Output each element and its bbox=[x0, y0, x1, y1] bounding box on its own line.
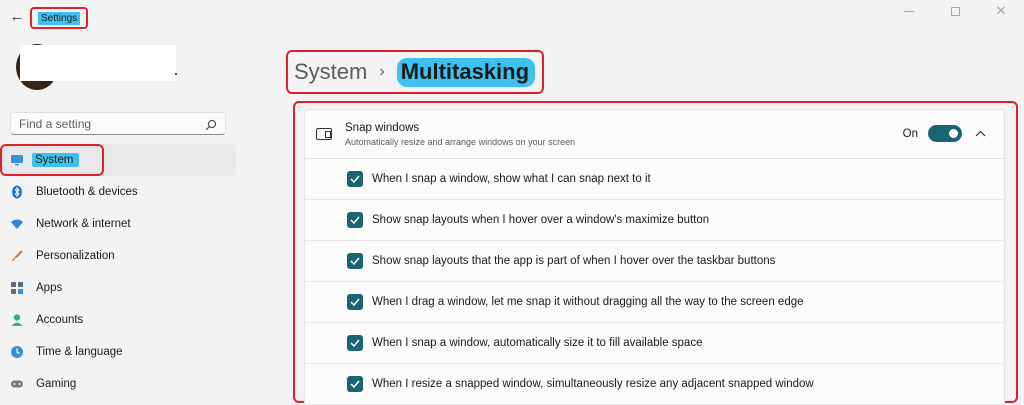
profile-dot bbox=[175, 73, 177, 75]
checkbox[interactable] bbox=[347, 376, 363, 392]
search-icon[interactable] bbox=[205, 118, 217, 130]
minimize-icon bbox=[904, 10, 914, 12]
person-icon bbox=[10, 313, 24, 327]
snap-option[interactable]: When I snap a window, automatically size… bbox=[304, 323, 1005, 364]
page-title: Multitasking bbox=[396, 57, 536, 87]
wifi-icon bbox=[10, 217, 24, 231]
sidebar-nav: System Bluetooth & devices Network & int… bbox=[0, 144, 236, 400]
toggle-state-label: On bbox=[902, 127, 918, 140]
sidebar-item-label: Apps bbox=[36, 282, 63, 294]
chevron-right-icon: › bbox=[379, 63, 385, 80]
snap-option[interactable]: When I drag a window, let me snap it wit… bbox=[304, 282, 1005, 323]
profile-info-redacted bbox=[20, 45, 176, 81]
snap-windows-header[interactable]: Snap windows Automatically resize and ar… bbox=[304, 109, 1005, 159]
back-arrow-icon[interactable]: ← bbox=[8, 8, 26, 26]
chevron-up-icon[interactable] bbox=[974, 128, 986, 140]
search-input[interactable] bbox=[19, 116, 205, 131]
brush-icon bbox=[10, 249, 24, 263]
sidebar-item-label: Bluetooth & devices bbox=[36, 186, 138, 198]
breadcrumb-parent[interactable]: System bbox=[294, 59, 367, 85]
sidebar-item-personalization[interactable]: Personalization bbox=[0, 240, 236, 272]
sidebar-item-label: Gaming bbox=[36, 378, 77, 390]
snap-windows-subtitle: Automatically resize and arrange windows… bbox=[345, 136, 576, 147]
apps-icon bbox=[10, 281, 24, 295]
checkbox[interactable] bbox=[347, 294, 363, 310]
snap-option-label: When I resize a snapped window, simultan… bbox=[372, 378, 814, 390]
sidebar-item-gaming[interactable]: Gaming bbox=[0, 368, 236, 400]
close-icon: ✕ bbox=[995, 3, 1007, 18]
snap-option-label: When I snap a window, show what I can sn… bbox=[372, 173, 651, 185]
snap-option[interactable]: Show snap layouts when I hover over a wi… bbox=[304, 200, 1005, 241]
snap-option[interactable]: When I resize a snapped window, simultan… bbox=[304, 364, 1005, 405]
snap-windows-title: Snap windows bbox=[345, 121, 420, 134]
checkbox[interactable] bbox=[347, 335, 363, 351]
maximize-button[interactable] bbox=[932, 0, 978, 22]
sidebar-item-label: Accounts bbox=[36, 314, 84, 326]
minimize-button[interactable] bbox=[886, 0, 932, 22]
close-button[interactable]: ✕ bbox=[978, 0, 1024, 22]
sidebar-item-system[interactable]: System bbox=[0, 144, 236, 176]
snap-settings-panel: Snap windows Automatically resize and ar… bbox=[293, 101, 1018, 405]
maximize-icon bbox=[950, 6, 960, 16]
sidebar-item-label: Time & language bbox=[36, 346, 123, 358]
snap-option[interactable]: When I snap a window, show what I can sn… bbox=[304, 159, 1005, 200]
sidebar-item-bluetooth[interactable]: Bluetooth & devices bbox=[0, 176, 236, 208]
snap-option-label: Show snap layouts that the app is part o… bbox=[372, 255, 776, 267]
snap-windows-icon bbox=[316, 128, 332, 140]
snap-option-label: When I snap a window, automatically size… bbox=[372, 337, 703, 349]
search-box[interactable] bbox=[10, 112, 226, 135]
sidebar-item-apps[interactable]: Apps bbox=[0, 272, 236, 304]
gamepad-icon bbox=[10, 377, 24, 391]
annotation-highlight bbox=[0, 144, 104, 176]
snap-option-label: When I drag a window, let me snap it wit… bbox=[372, 296, 804, 308]
breadcrumb: System › Multitasking bbox=[286, 50, 544, 94]
snap-option-label: Show snap layouts when I hover over a wi… bbox=[372, 214, 710, 226]
checkbox[interactable] bbox=[347, 253, 363, 269]
app-title-label: Settings bbox=[38, 11, 81, 25]
window-controls: ✕ bbox=[886, 0, 1024, 22]
sidebar-item-time-language[interactable]: Time & language bbox=[0, 336, 236, 368]
app-title: Settings bbox=[30, 7, 89, 29]
globe-clock-icon bbox=[10, 345, 24, 359]
checkbox[interactable] bbox=[347, 212, 363, 228]
sidebar-item-label: Network & internet bbox=[36, 218, 131, 230]
sidebar-item-accounts[interactable]: Accounts bbox=[0, 304, 236, 336]
sidebar-item-label: Personalization bbox=[36, 250, 115, 262]
snap-windows-toggle[interactable] bbox=[928, 125, 962, 142]
sidebar-item-network[interactable]: Network & internet bbox=[0, 208, 236, 240]
snap-windows-text: Snap windows Automatically resize and ar… bbox=[345, 122, 575, 147]
snap-option[interactable]: Show snap layouts that the app is part o… bbox=[304, 241, 1005, 282]
checkbox[interactable] bbox=[347, 171, 363, 187]
snap-toggle-group: On bbox=[903, 125, 986, 142]
bluetooth-icon bbox=[10, 185, 24, 199]
